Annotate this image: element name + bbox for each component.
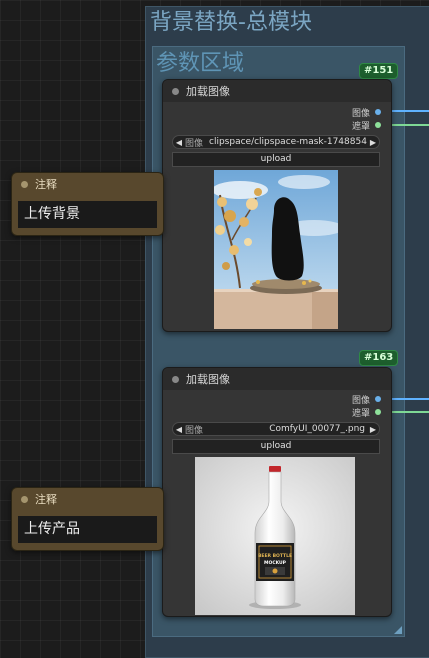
node-header[interactable]: 加载图像 (163, 80, 391, 102)
note-title: 注释 (35, 178, 57, 191)
image-select[interactable]: ◀ 图像 ComfyUI_00077_.png ▶ (172, 422, 380, 436)
node-id-badge: #151 (359, 63, 399, 79)
group-resize-handle[interactable] (394, 626, 402, 634)
output-port-icon[interactable] (375, 409, 381, 415)
node-title: 加载图像 (186, 85, 230, 98)
collapse-dot-icon[interactable] (172, 87, 179, 95)
arrow-left-icon[interactable]: ◀ (173, 425, 185, 434)
image-wire (386, 398, 429, 400)
image-select-label: 图像 (185, 138, 204, 149)
beer-bottle-icon: BEER BOTTLE MOCKUP (195, 457, 355, 615)
output-port-icon[interactable] (375, 109, 381, 115)
node-header[interactable]: 注释 (12, 488, 163, 510)
collapse-dot-icon[interactable] (21, 180, 28, 188)
load-image-node[interactable]: 加载图像 图像 遮罩 ◀ 图像 ComfyUI_00077_.png ▶ upl… (162, 367, 392, 617)
output-label: 遮罩 (351, 408, 370, 419)
arrow-right-icon[interactable]: ▶ (367, 425, 379, 434)
output-image[interactable]: 图像 (351, 393, 381, 406)
note-text[interactable]: 上传产品 (18, 516, 157, 543)
collapse-dot-icon[interactable] (172, 375, 179, 383)
image-select-value: ComfyUI_00077_.png (269, 424, 365, 434)
podium-scene-icon (214, 170, 338, 329)
parameter-group-title: 参数区域 (156, 51, 245, 76)
note-text[interactable]: 上传背景 (18, 201, 157, 228)
bottle-label-line1: BEER BOTTLE (258, 553, 292, 559)
image-select[interactable]: ◀ 图像 clipspace/clipspace-mask-1748854...… (172, 135, 380, 149)
bottle-label-line2: MOCKUP (264, 560, 287, 566)
note-node[interactable]: 注释 上传产品 (11, 487, 164, 551)
group-title: 背景替换-总模块 (150, 10, 312, 35)
upload-button[interactable]: upload (172, 439, 380, 454)
node-id-badge: #163 (359, 350, 399, 366)
image-preview (214, 170, 338, 329)
output-image[interactable]: 图像 (351, 106, 381, 119)
output-mask[interactable]: 遮罩 (351, 406, 381, 419)
image-select-label: 图像 (185, 425, 204, 436)
output-label: 遮罩 (351, 121, 370, 132)
image-preview: BEER BOTTLE MOCKUP (195, 457, 355, 615)
image-select-value: clipspace/clipspace-mask-1748854... (209, 137, 367, 147)
output-label: 图像 (351, 395, 370, 406)
image-wire (386, 110, 429, 112)
mask-wire (386, 124, 429, 126)
output-port-icon[interactable] (375, 396, 381, 402)
output-label: 图像 (351, 108, 370, 119)
arrow-left-icon[interactable]: ◀ (173, 138, 185, 147)
collapse-dot-icon[interactable] (21, 495, 28, 503)
output-port-icon[interactable] (375, 122, 381, 128)
mask-wire (386, 411, 429, 413)
arrow-right-icon[interactable]: ▶ (367, 138, 379, 147)
load-image-node[interactable]: 加载图像 图像 遮罩 ◀ 图像 clipspace/clipspace-mask… (162, 79, 392, 332)
node-header[interactable]: 加载图像 (163, 368, 391, 390)
output-mask[interactable]: 遮罩 (351, 119, 381, 132)
note-title: 注释 (35, 493, 57, 506)
node-title: 加载图像 (186, 373, 230, 386)
node-header[interactable]: 注释 (12, 173, 163, 195)
note-node[interactable]: 注释 上传背景 (11, 172, 164, 236)
upload-button[interactable]: upload (172, 152, 380, 167)
